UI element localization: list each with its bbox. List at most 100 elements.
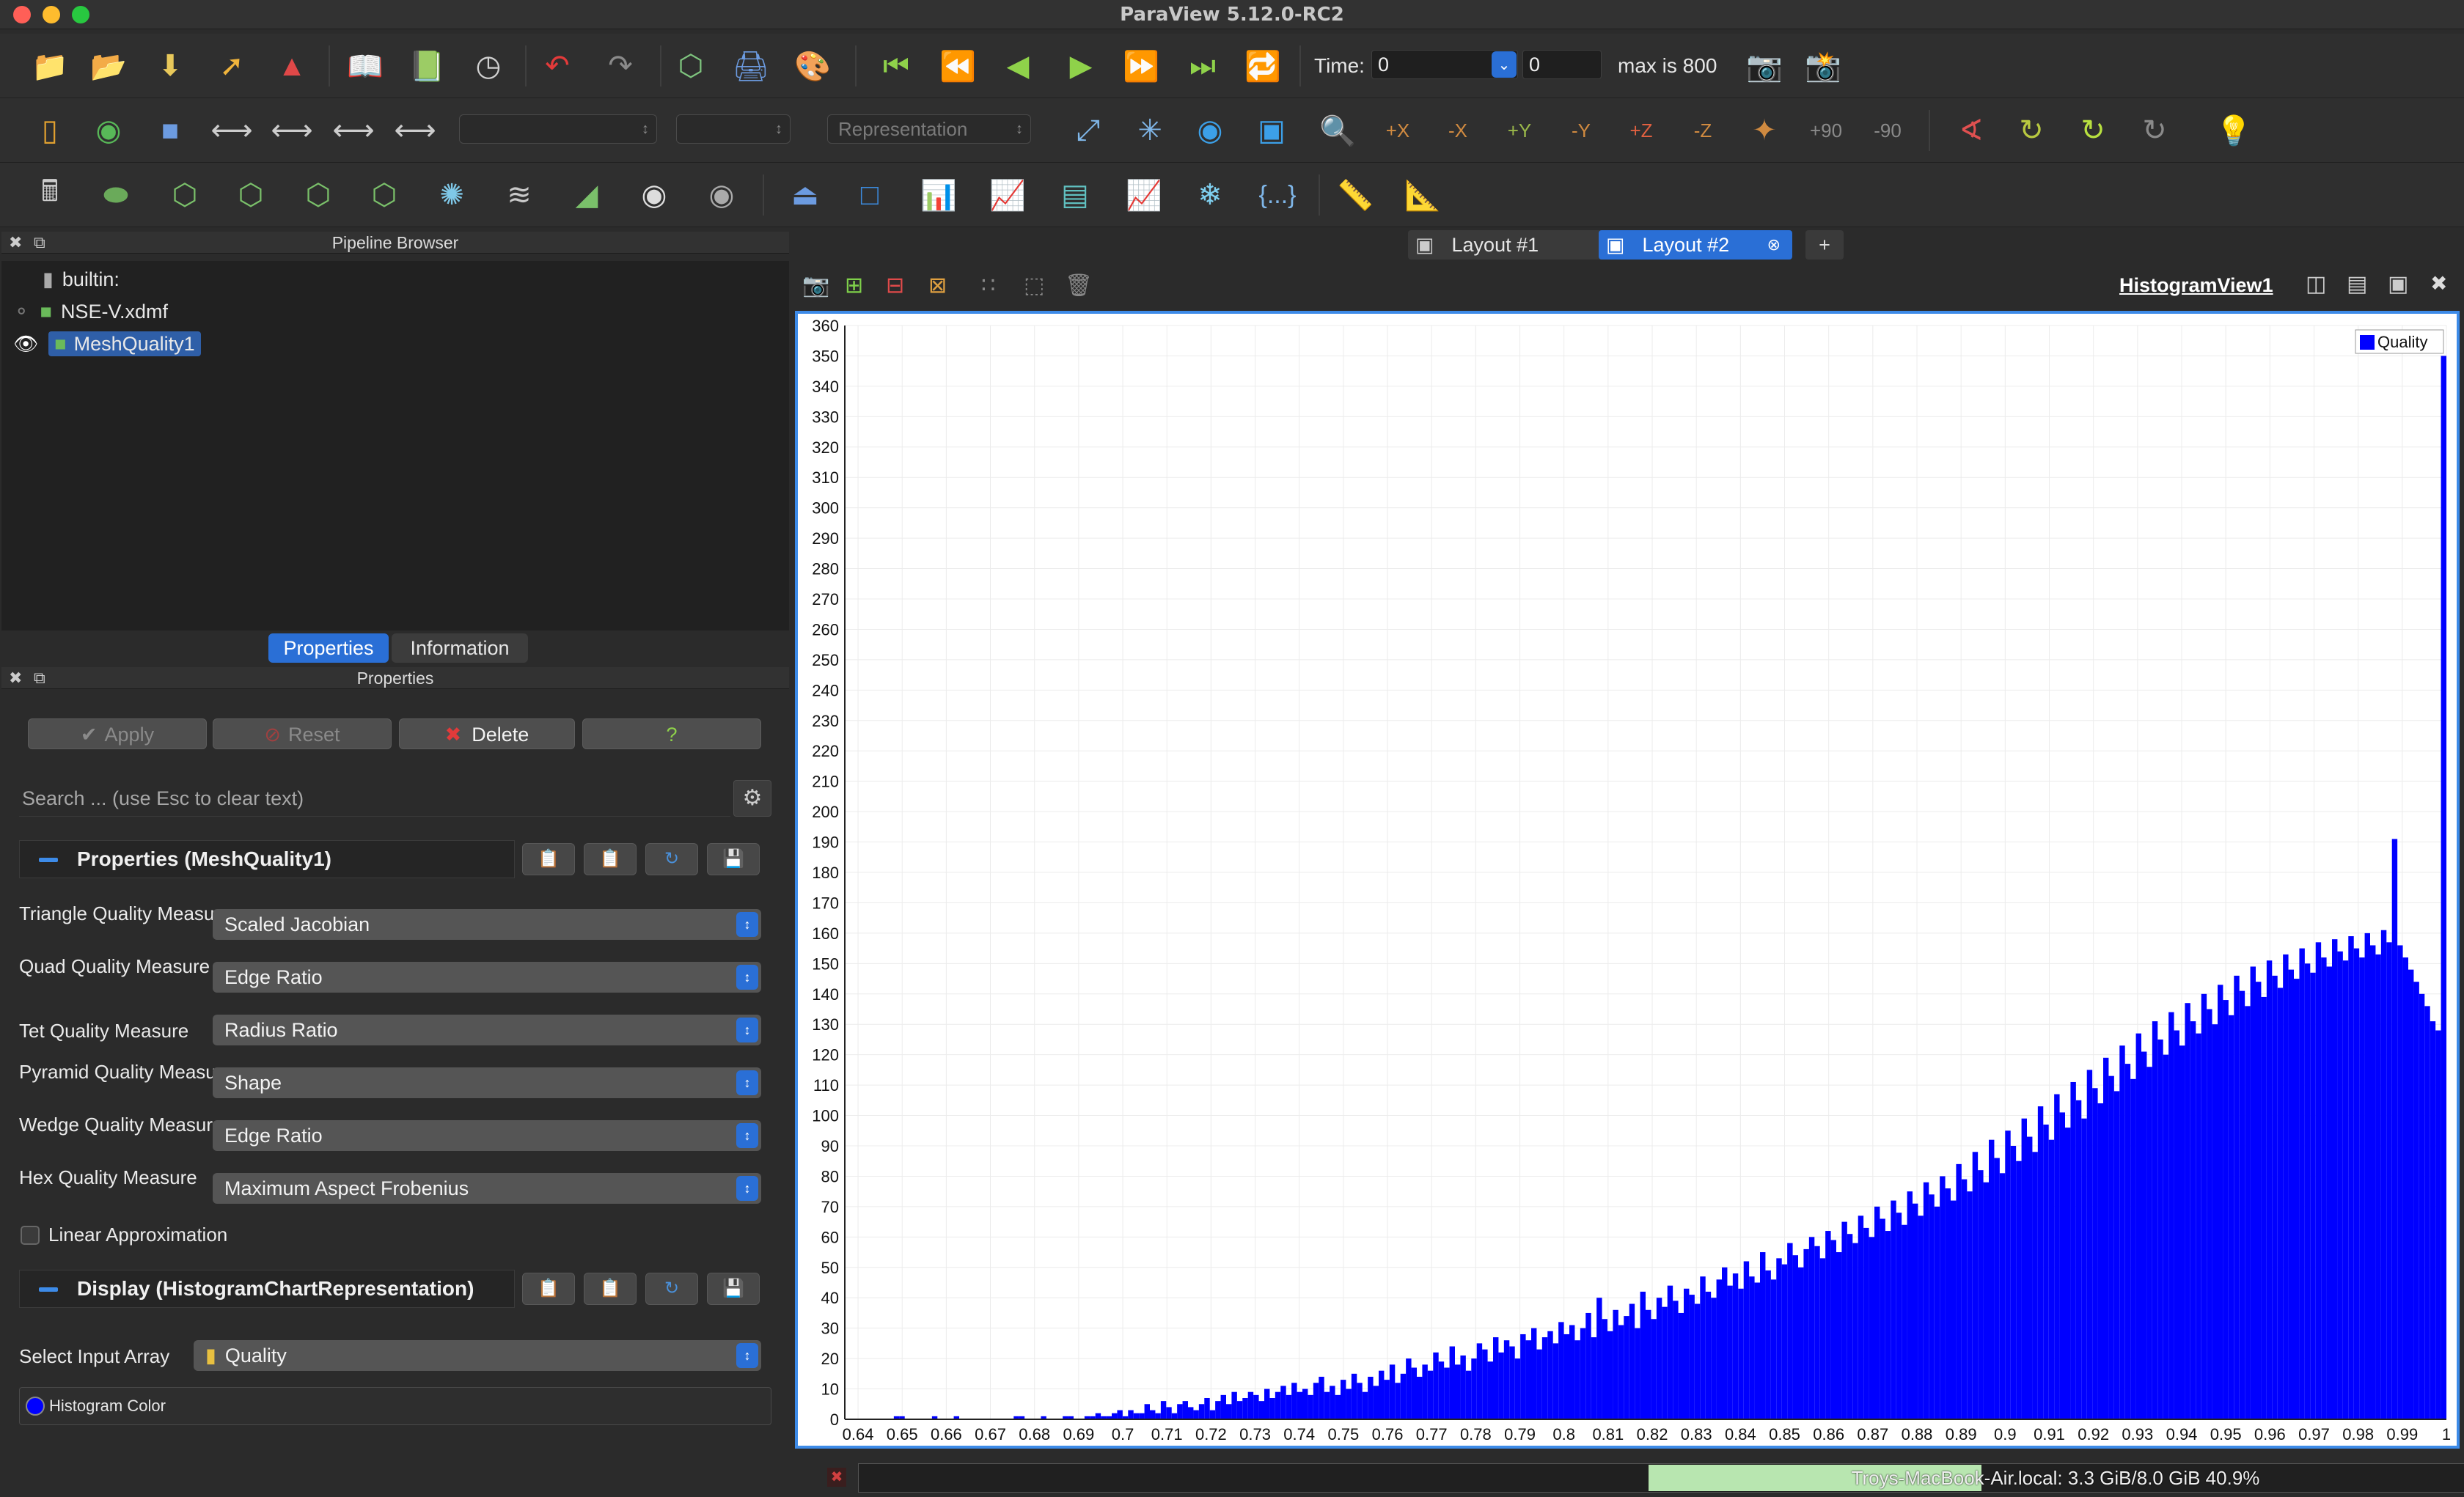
paraview-logo-icon[interactable]: ▲	[270, 44, 314, 88]
error-indicator-icon[interactable]: ✖	[827, 1468, 846, 1487]
reset-range-icon[interactable]: ■	[148, 108, 192, 152]
view-plus-z-icon[interactable]: +Z	[1619, 108, 1663, 152]
time-index-spinbox[interactable]: 0	[1522, 50, 1602, 79]
select-toggle-icon[interactable]: ⊠	[928, 273, 947, 298]
paste-icon[interactable]: 📋	[584, 1273, 637, 1305]
representation-combo[interactable]: Representation ↕	[827, 114, 1031, 144]
camera-add-icon[interactable]: 📸	[1801, 44, 1845, 88]
last-frame-icon[interactable]: ⏭	[1181, 44, 1225, 88]
connect-icon[interactable]: ➚	[210, 44, 254, 88]
plot-over-line-icon[interactable]: 📈	[986, 173, 1030, 217]
quad-quality-select[interactable]: Edge Ratio ↕	[213, 962, 761, 993]
pipeline-item-nse-v[interactable]: ⚬ ■ NSE-V.xdmf	[13, 298, 168, 325]
input-array-select[interactable]: ▮ Quality ↕	[194, 1340, 761, 1371]
view-minus-y-icon[interactable]: -Y	[1559, 108, 1603, 152]
python-calculator-icon[interactable]: {...}	[1255, 173, 1299, 217]
zoom-to-data-icon[interactable]: ✳	[1128, 108, 1172, 152]
histogram-view[interactable]: 0 10 20 30 40 50 60 70 80 90 100 110 120 130 140 150 160…	[795, 311, 2460, 1449]
array-combo[interactable]: ↕	[459, 114, 657, 144]
undo-icon[interactable]: ↶	[535, 44, 579, 88]
capture-view-icon[interactable]: 📷	[802, 273, 829, 298]
zoom-box-icon[interactable]: ▣	[1250, 108, 1294, 152]
histogram-color-button[interactable]: Histogram Color	[19, 1387, 771, 1425]
center-axes-icon[interactable]: ∢	[1949, 108, 1993, 152]
sphere-glyph-icon[interactable]: ❄	[1188, 173, 1232, 217]
split-horizontal-icon[interactable]: ◫	[2306, 271, 2326, 297]
linear-approximation-checkbox[interactable]	[21, 1226, 40, 1245]
extract-level-icon[interactable]: ◉	[700, 173, 744, 217]
slice-icon[interactable]: ⬡	[229, 173, 273, 217]
zoom-closest-icon[interactable]: ◉	[1188, 108, 1232, 152]
histogram-filter-icon[interactable]: 📊	[917, 173, 961, 217]
plot-over-time-icon[interactable]: ▤	[1053, 173, 1097, 217]
warp-icon[interactable]: ◢	[565, 173, 609, 217]
plot-selection-icon[interactable]: 📈	[1122, 173, 1166, 217]
rescale-custom-icon[interactable]: ⟷	[270, 108, 314, 152]
next-frame-icon[interactable]: ⏩	[1119, 44, 1163, 88]
rotate-plus-90-icon[interactable]: +90	[1804, 108, 1848, 152]
view-minus-x-icon[interactable]: -X	[1436, 108, 1480, 152]
reset-camera-icon[interactable]: ⤢	[1066, 108, 1110, 152]
pipeline-item-meshquality1[interactable]: 👁 ■ MeshQuality1	[13, 330, 201, 358]
view-plus-x-icon[interactable]: +X	[1376, 108, 1420, 152]
recent-folder-icon[interactable]: 📂	[87, 44, 131, 88]
search-input[interactable]: Search ... (use Esc to clear text)	[19, 780, 730, 817]
delete-button[interactable]: ✖ Delete	[399, 718, 575, 749]
stream-tracer-icon[interactable]: ≋	[497, 173, 541, 217]
gear-icon[interactable]: ⚙	[733, 780, 771, 817]
restore-defaults-icon[interactable]: ↻	[645, 1273, 698, 1305]
time-dropdown-button[interactable]: ⌄	[1492, 51, 1517, 78]
play-backward-icon[interactable]: ◀	[996, 44, 1040, 88]
save-defaults-icon[interactable]: 💾	[707, 1273, 760, 1305]
apply-button[interactable]: ✔ Apply	[28, 718, 207, 749]
color-legend-icon[interactable]: ▯	[28, 108, 72, 152]
save-defaults-icon[interactable]: 💾	[707, 843, 760, 875]
section-properties[interactable]: Properties (MeshQuality1)	[19, 840, 515, 878]
screenshot-icon[interactable]: 🖨	[729, 44, 773, 88]
tab-information[interactable]: Information	[392, 633, 528, 663]
group-datasets-icon[interactable]: ◉	[632, 173, 676, 217]
contour-icon[interactable]: ⬬	[94, 173, 138, 217]
clear-selection-icon[interactable]: 🗑	[1065, 273, 1093, 298]
help-button[interactable]: ?	[582, 718, 761, 749]
ruler-icon[interactable]: 📏	[1333, 173, 1377, 217]
pipeline-item-builtin[interactable]: ▮ builtin:	[43, 265, 120, 293]
copy-icon[interactable]: 📋	[522, 1273, 575, 1305]
float-icon[interactable]: ⧉	[34, 667, 45, 689]
select-subtract-icon[interactable]: ⊟	[886, 273, 904, 298]
tab-layout-2[interactable]: ▣ Layout #2 ⊗	[1599, 230, 1792, 260]
view-plus-y-icon[interactable]: +Y	[1497, 108, 1541, 152]
minimize-window-button[interactable]	[43, 6, 60, 23]
rotate-minus-90-icon[interactable]: -90	[1866, 108, 1910, 152]
first-frame-icon[interactable]: ⏮	[874, 44, 918, 88]
rescale-range-icon[interactable]: ⟷	[210, 108, 254, 152]
wedge-quality-select[interactable]: Edge Ratio ↕	[213, 1120, 761, 1151]
previous-frame-icon[interactable]: ⏪	[936, 44, 980, 88]
probe-icon[interactable]: ⏏	[783, 173, 827, 217]
load-state-icon[interactable]: 📖	[343, 44, 387, 88]
close-tab-icon[interactable]: ⊗	[1767, 230, 1781, 260]
close-icon[interactable]: ✖	[9, 232, 22, 254]
rescale-visible-icon[interactable]: ⟷	[331, 108, 375, 152]
save-state-icon[interactable]: 📗	[405, 44, 449, 88]
camera-capture-icon[interactable]: 📷	[1742, 44, 1786, 88]
add-layout-tab-button[interactable]: +	[1805, 230, 1844, 260]
save-data-icon[interactable]: ⬇	[148, 44, 192, 88]
extract-selection-icon[interactable]: □	[848, 173, 892, 217]
close-view-icon[interactable]: ✖	[2430, 271, 2447, 295]
paste-icon[interactable]: 📋	[584, 843, 637, 875]
eye-visible-icon[interactable]: 👁	[13, 333, 38, 355]
select-add-icon[interactable]: ⊞	[845, 273, 863, 298]
redo-icon[interactable]: ↷	[598, 44, 642, 88]
isometric-view-icon[interactable]: ✦	[1742, 108, 1786, 152]
split-vertical-icon[interactable]: ▤	[2347, 271, 2367, 297]
maximize-icon[interactable]: ▣	[2388, 271, 2408, 297]
open-folder-icon[interactable]: 📁	[28, 44, 72, 88]
reset-session-icon[interactable]: ◷	[466, 44, 510, 88]
loop-icon[interactable]: 🔁	[1241, 44, 1285, 88]
copy-icon[interactable]: 📋	[522, 843, 575, 875]
calculator-icon[interactable]: 🖩	[28, 173, 72, 217]
section-display[interactable]: Display (HistogramChartRepresentation)	[19, 1270, 515, 1308]
eye-hidden-icon[interactable]: ⚬	[13, 301, 30, 323]
reset-center-icon[interactable]: ↻	[2071, 108, 2115, 152]
